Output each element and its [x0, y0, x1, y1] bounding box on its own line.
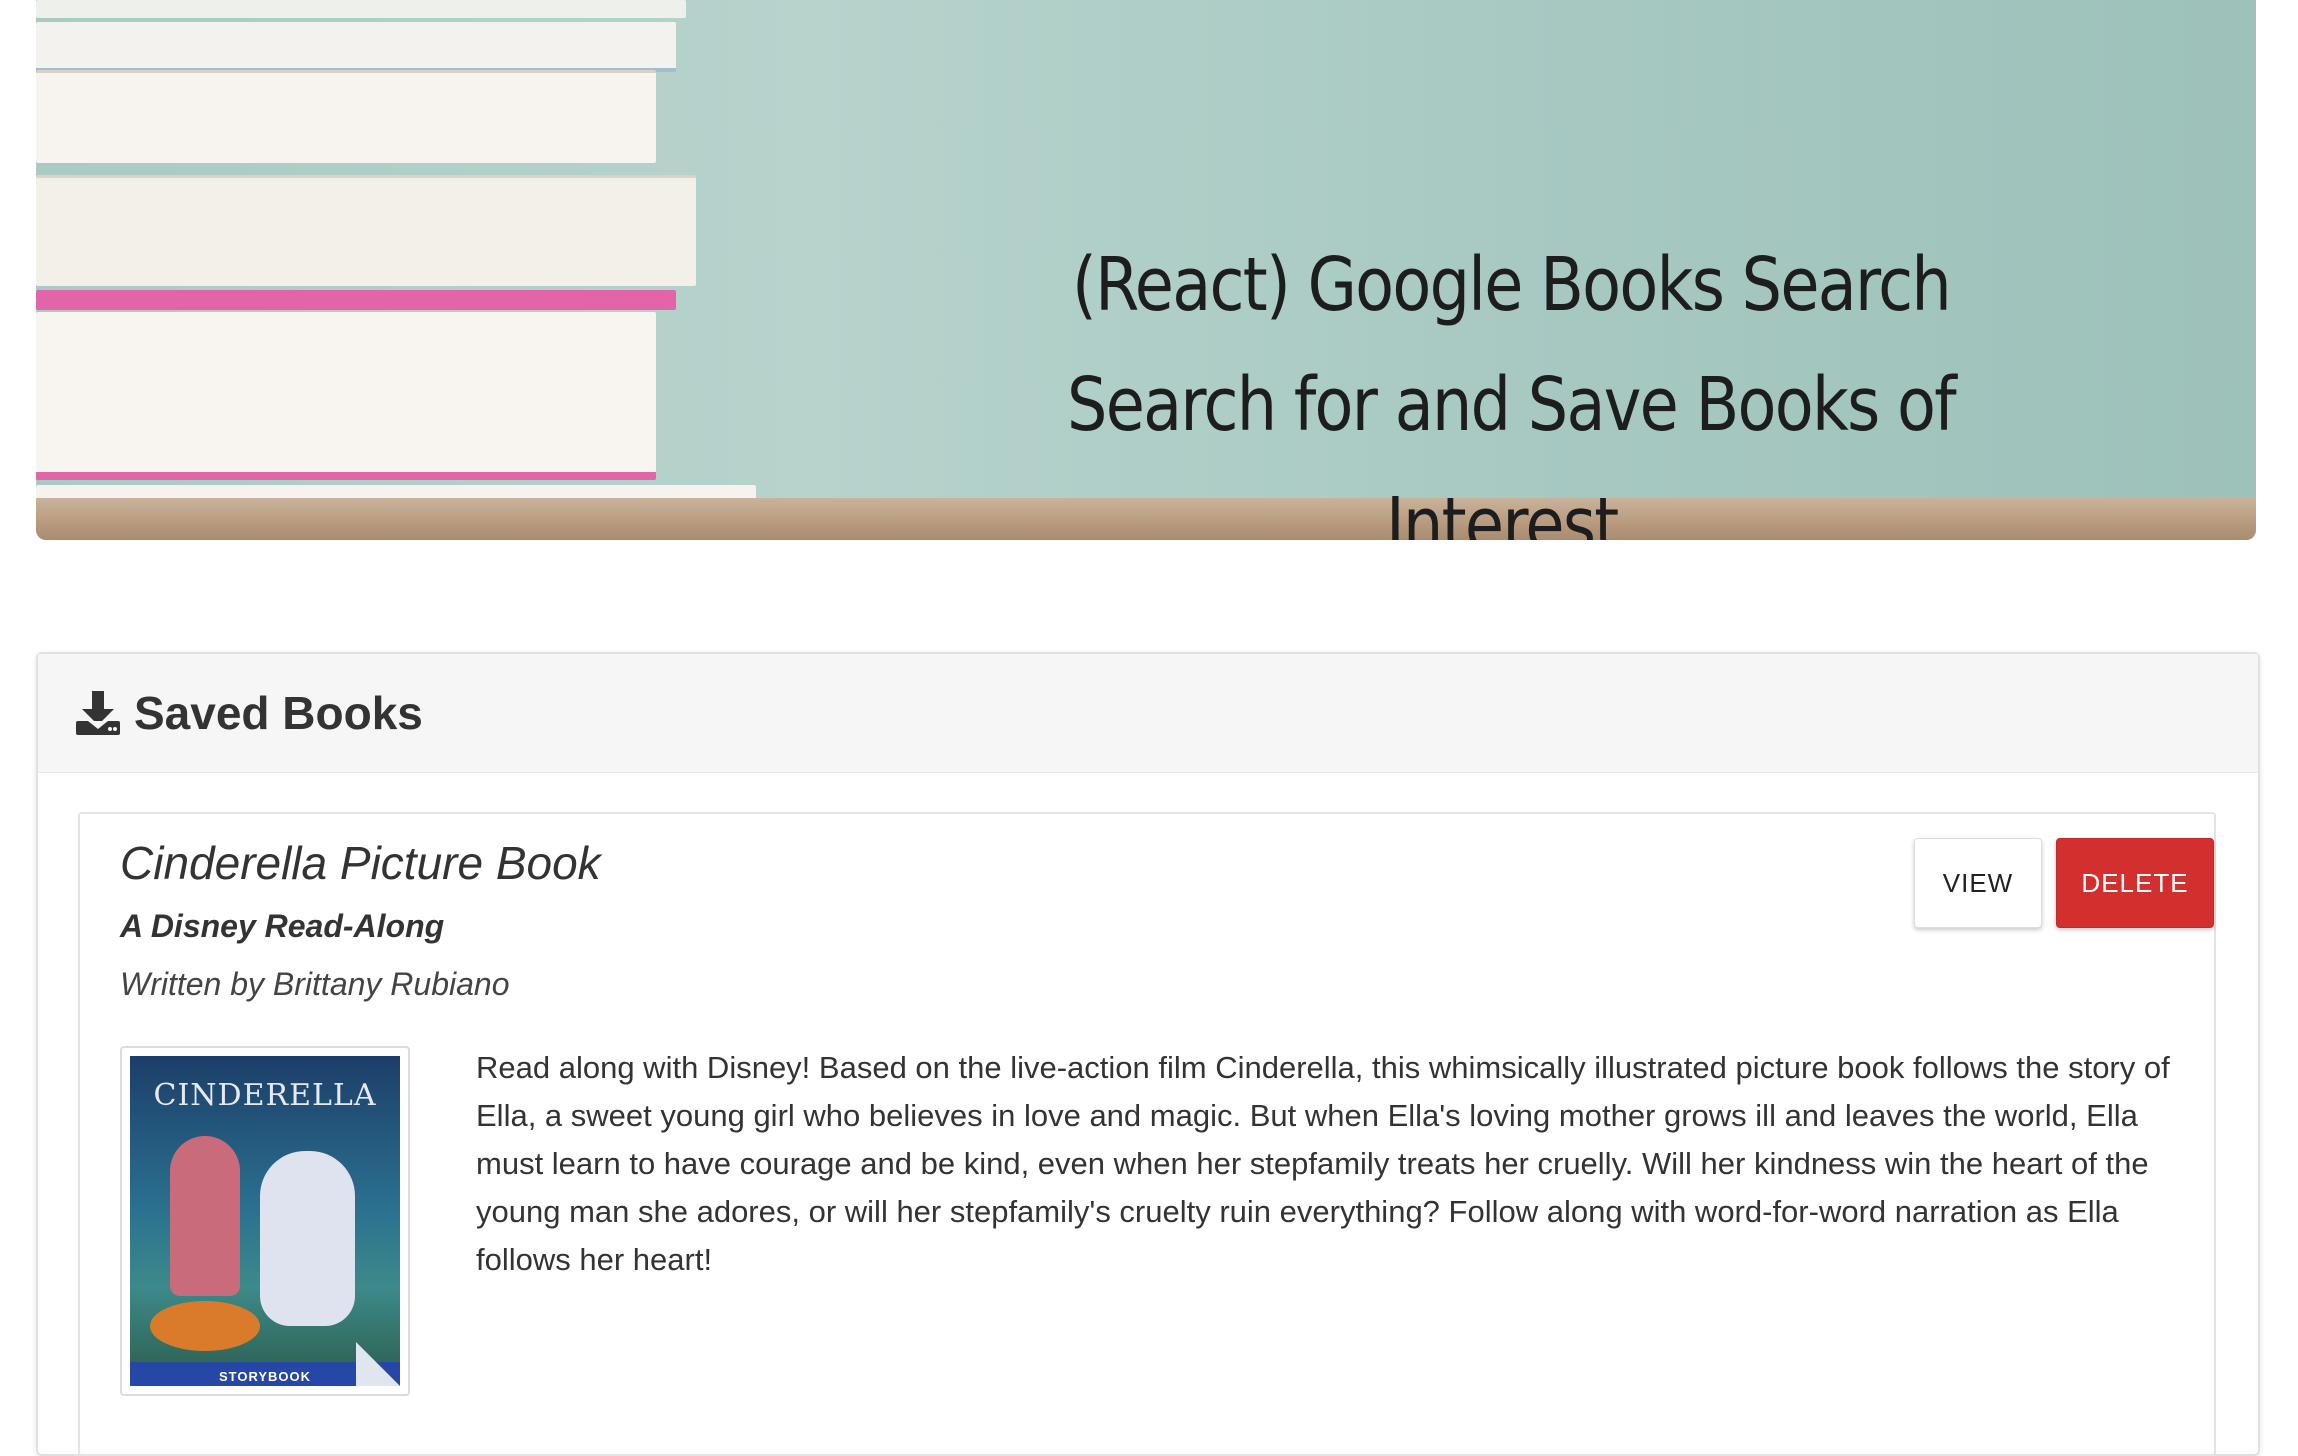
cover-title: CINDERELLA: [153, 1078, 377, 1113]
banner-title-line2: Search for and Save Books of Interest.: [1067, 362, 1957, 540]
book-item: Cinderella Picture Book A Disney Read-Al…: [78, 812, 2216, 1456]
banner-title: (React) Google Books Search Search for a…: [982, 225, 2040, 540]
saved-books-title: Saved Books: [134, 687, 423, 739]
book-subtitle: A Disney Read-Along: [120, 908, 445, 944]
header-banner: (React) Google Books Search Search for a…: [36, 0, 2256, 540]
banner-title-line1: (React) Google Books Search: [1072, 242, 1952, 328]
saved-books-card: Saved Books Cinderella Picture Book A Di…: [36, 652, 2260, 1456]
book-title: Cinderella Picture Book: [120, 837, 601, 889]
book-cover-thumbnail[interactable]: CINDERELLA STORYBOOK: [120, 1046, 410, 1396]
delete-button[interactable]: DELETE: [2056, 838, 2214, 928]
book-description: Read along with Disney! Based on the liv…: [476, 1050, 2170, 1277]
view-button[interactable]: VIEW: [1914, 838, 2042, 928]
book-author: Written by Brittany Rubiano: [120, 966, 510, 1002]
download-icon: [76, 691, 120, 735]
saved-books-header: Saved Books: [38, 654, 2258, 773]
book-cover-image: CINDERELLA STORYBOOK: [130, 1056, 400, 1386]
book-stack-image: [36, 0, 756, 540]
